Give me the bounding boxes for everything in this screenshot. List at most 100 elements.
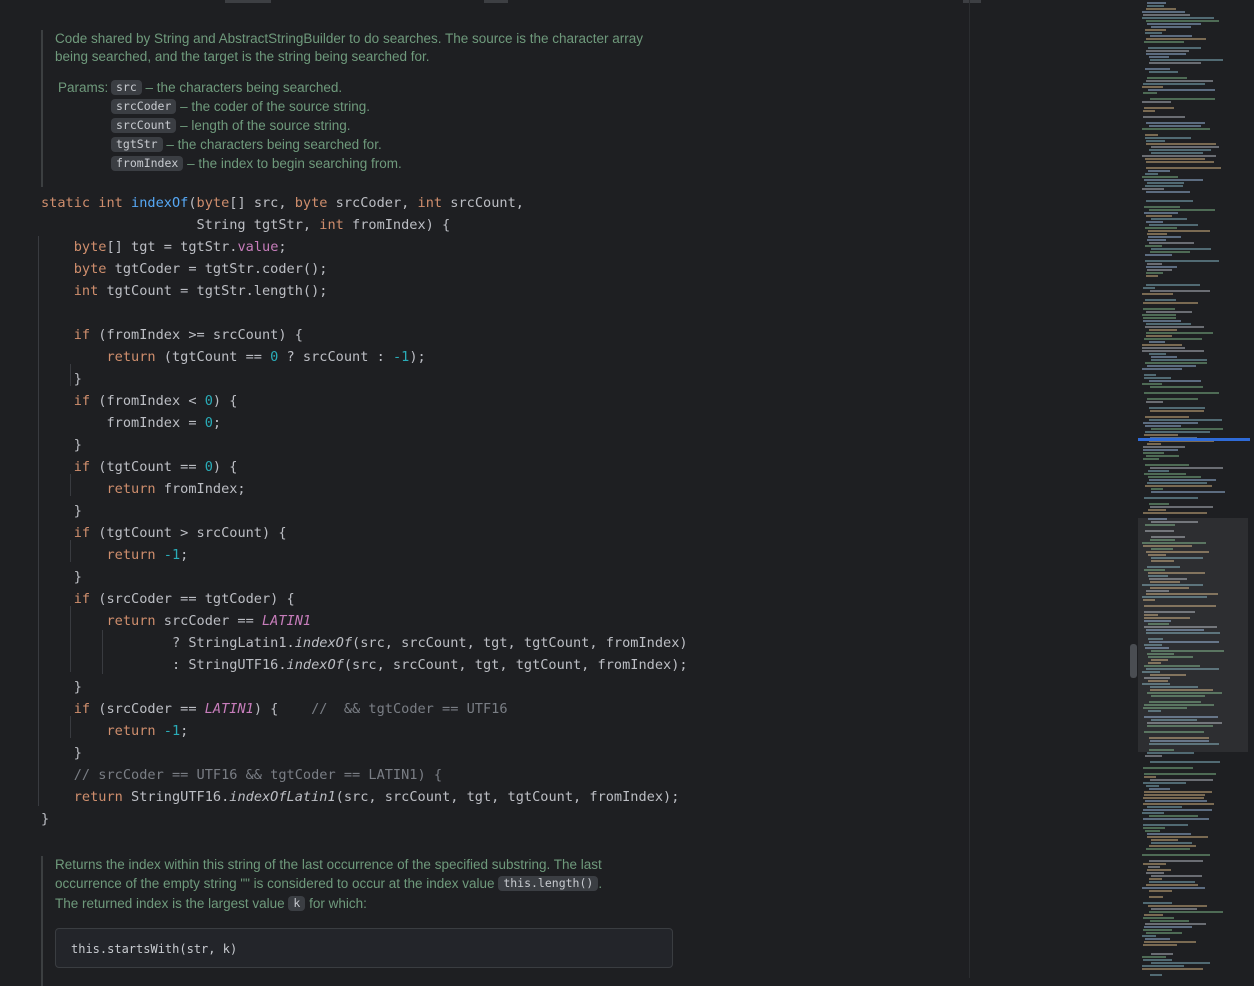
code-token: static int bbox=[41, 195, 132, 211]
code-line[interactable]: return -1; bbox=[41, 720, 688, 742]
code-line[interactable]: fromIndex = 0; bbox=[41, 412, 688, 434]
code-line[interactable]: return srcCoder == LATIN1 bbox=[41, 610, 688, 632]
minimap-line bbox=[1148, 230, 1210, 232]
code-line[interactable]: return fromIndex; bbox=[41, 478, 688, 500]
scrollbar-thumb[interactable] bbox=[1130, 644, 1137, 678]
code-token: (src, srcCount, tgt, tgtCount, fromIndex… bbox=[352, 635, 688, 651]
code-line[interactable]: } bbox=[41, 566, 688, 588]
code-token: return bbox=[106, 481, 156, 497]
code-token: if bbox=[73, 591, 91, 607]
minimap-line bbox=[1144, 212, 1178, 214]
code-token: fromIndex; bbox=[155, 481, 246, 497]
minimap-line bbox=[1146, 323, 1191, 325]
minimap-line bbox=[1144, 914, 1163, 916]
minimap-line bbox=[1144, 926, 1192, 928]
minimap-line bbox=[1146, 275, 1158, 277]
code-token: return bbox=[106, 613, 156, 629]
minimap-line bbox=[1146, 785, 1159, 787]
code-line[interactable]: ? StringLatin1.indexOf(src, srcCount, tg… bbox=[41, 632, 688, 654]
minimap-line bbox=[1144, 392, 1219, 394]
doc-line: The returned index is the largest value … bbox=[55, 894, 665, 914]
code-line[interactable]: if (srcCoder == tgtCoder) { bbox=[41, 588, 688, 610]
minimap-viewport[interactable] bbox=[1138, 518, 1248, 752]
code-line[interactable]: } bbox=[41, 742, 688, 764]
param-desc: – the characters being searched for. bbox=[166, 137, 382, 152]
code-token: (fromIndex >= srcCount) { bbox=[90, 327, 303, 343]
code-token: tgtCoder = tgtStr.coder(); bbox=[106, 261, 328, 277]
code-line[interactable]: if (fromIndex >= srcCount) { bbox=[41, 324, 688, 346]
minimap-line bbox=[1149, 125, 1201, 127]
minimap-line bbox=[1145, 260, 1219, 262]
code-token: if bbox=[73, 327, 91, 343]
code-line[interactable]: byte[] tgt = tgtStr.value; bbox=[41, 236, 688, 258]
minimap-line bbox=[1148, 866, 1160, 868]
minimap-line bbox=[1144, 107, 1174, 109]
code-line[interactable]: } bbox=[41, 368, 688, 390]
code-line[interactable]: // srcCoder == UTF16 && tgtCoder == LATI… bbox=[41, 764, 688, 786]
param-desc: – the characters being searched. bbox=[145, 80, 343, 95]
minimap-line bbox=[1145, 173, 1158, 175]
code-editor[interactable]: Code shared by String and AbstractString… bbox=[0, 0, 1254, 986]
code-line[interactable]: return (tgtCount == 0 ? srcCount : -1); bbox=[41, 346, 688, 368]
minimap-line bbox=[1146, 284, 1200, 286]
code-line[interactable]: } bbox=[41, 676, 688, 698]
minimap-line bbox=[1143, 446, 1185, 448]
javadoc-description: Returns the index within this string of … bbox=[43, 856, 665, 914]
minimap-line bbox=[1145, 185, 1183, 187]
code-line[interactable]: if (tgtCount == 0) { bbox=[41, 456, 688, 478]
minimap-line bbox=[1151, 359, 1207, 361]
minimap-line bbox=[1149, 419, 1222, 421]
minimap-line bbox=[1145, 32, 1162, 34]
minimap-line bbox=[1145, 425, 1181, 427]
minimap-line bbox=[1143, 902, 1172, 904]
minimap-line bbox=[1145, 800, 1207, 802]
minimap-line bbox=[1148, 470, 1169, 472]
code-token: LATIN1 bbox=[262, 613, 312, 629]
minimap-line bbox=[1146, 161, 1214, 163]
code-line[interactable]: int tgtCount = tgtStr.length(); bbox=[41, 280, 688, 302]
minimap[interactable] bbox=[1138, 0, 1254, 978]
code-token: indexOf bbox=[286, 657, 344, 673]
minimap-line bbox=[1148, 509, 1166, 511]
code-token: return bbox=[106, 723, 156, 739]
minimap-line bbox=[1143, 110, 1155, 112]
minimap-line bbox=[1144, 941, 1196, 943]
minimap-line bbox=[1149, 242, 1194, 244]
minimap-line bbox=[1151, 839, 1178, 841]
code-line[interactable]: return StringUTF16.indexOfLatin1(src, sr… bbox=[41, 786, 688, 808]
code-line[interactable]: static int indexOf(byte[] src, byte srcC… bbox=[41, 192, 688, 214]
top-scroll-tick bbox=[484, 0, 508, 3]
code-line[interactable]: } bbox=[41, 808, 688, 830]
code-line[interactable] bbox=[41, 302, 688, 324]
code-block-indexof[interactable]: static int indexOf(byte[] src, byte srcC… bbox=[41, 192, 688, 830]
param-name: srcCount bbox=[111, 118, 177, 133]
code-token: ); bbox=[409, 349, 426, 365]
code-line[interactable]: String tgtStr, int fromIndex) { bbox=[41, 214, 688, 236]
minimap-line bbox=[1142, 854, 1210, 856]
code-line[interactable]: byte tgtCoder = tgtStr.coder(); bbox=[41, 258, 688, 280]
minimap-line bbox=[1144, 179, 1203, 181]
code-token: : StringUTF16. bbox=[41, 657, 287, 673]
minimap-line bbox=[1145, 362, 1207, 364]
code-line[interactable]: } bbox=[41, 434, 688, 456]
minimap-line bbox=[1144, 794, 1205, 796]
code-line[interactable]: return -1; bbox=[41, 544, 688, 566]
param-row: srcCount – length of the source string. bbox=[111, 116, 665, 135]
code-line[interactable]: if (tgtCount > srcCount) { bbox=[41, 522, 688, 544]
code-line[interactable]: if (srcCoder == LATIN1) { // && tgtCoder… bbox=[41, 698, 688, 720]
code-token: int bbox=[417, 195, 443, 211]
code-token: ; bbox=[180, 723, 189, 739]
minimap-line bbox=[1149, 911, 1223, 913]
code-line[interactable]: if (fromIndex < 0) { bbox=[41, 390, 688, 412]
code-line[interactable]: } bbox=[41, 500, 688, 522]
minimap-line bbox=[1147, 269, 1172, 271]
minimap-line bbox=[1146, 848, 1190, 850]
code-line[interactable]: : StringUTF16.indexOf(src, srcCount, tgt… bbox=[41, 654, 688, 676]
minimap-line bbox=[1147, 365, 1196, 367]
code-token: String tgtStr, bbox=[41, 217, 320, 233]
code-token: ? srcCount : bbox=[278, 349, 393, 365]
code-token: // && tgtCoder == UTF16 bbox=[311, 701, 508, 717]
